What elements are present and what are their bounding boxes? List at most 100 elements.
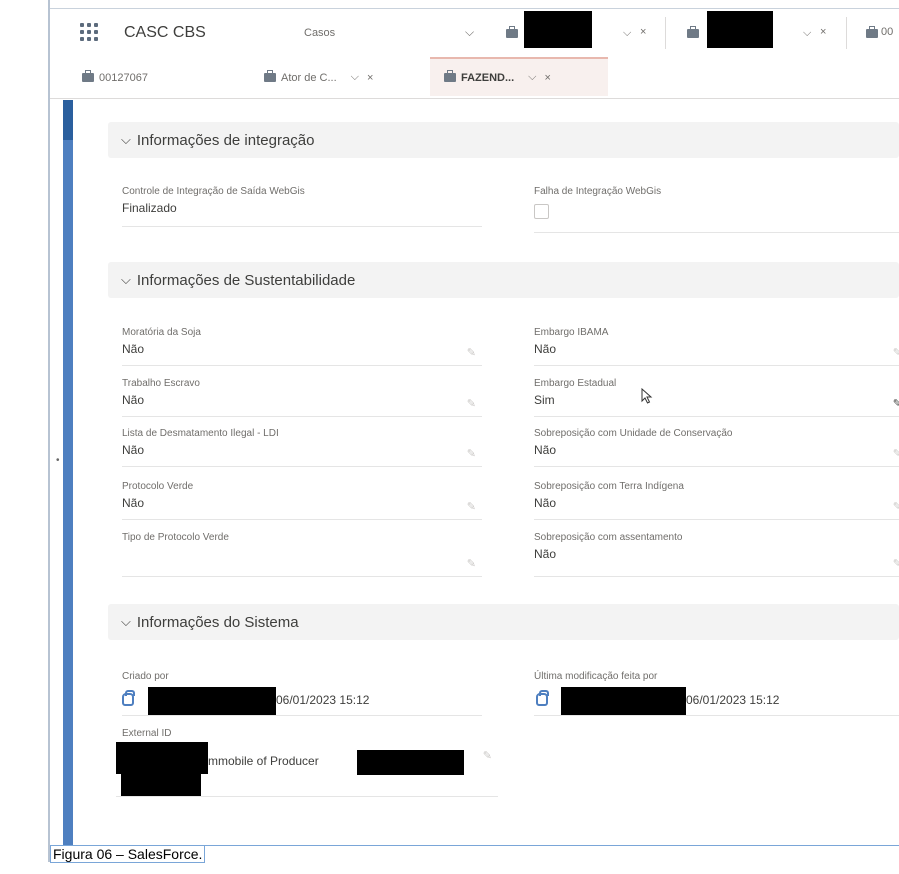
user-icon: [536, 690, 549, 706]
object-nav-label: Casos: [304, 27, 336, 39]
user-icon: [122, 690, 135, 706]
case-icon: [687, 26, 699, 38]
sidebar-collapse-handle[interactable]: •: [56, 455, 60, 466]
field-label: Sobreposição com Terra Indígena: [534, 481, 684, 492]
redacted-external-id-part: [116, 742, 208, 774]
chevron-down-icon[interactable]: ⌵: [351, 71, 359, 84]
field-sobreposicao-assentamento: Sobreposição com assentamento Não ✎: [534, 532, 899, 577]
field-moratoria-soja: Moratória da Soja Não ✎: [122, 327, 482, 366]
field-falha-integracao: Falha de Integração WebGis: [534, 186, 899, 233]
field-label: Sobreposição com Unidade de Conservação: [534, 428, 733, 439]
redacted-external-id-part: [357, 750, 464, 775]
edit-pencil-icon[interactable]: ✎: [893, 397, 899, 410]
field-label: Embargo IBAMA: [534, 327, 609, 338]
field-value: 06/01/2023 15:12: [534, 686, 899, 715]
case-icon: [264, 70, 276, 82]
subtab-ator[interactable]: Ator de C... ⌵ ×: [264, 57, 373, 98]
caption-text: Figura 06 – SalesForce.: [50, 846, 206, 863]
modified-date: 06/01/2023 15:12: [686, 693, 780, 707]
field-value: Não: [534, 342, 557, 356]
close-icon[interactable]: ×: [367, 72, 373, 84]
subtab-00127067[interactable]: 00127067: [82, 57, 148, 98]
chevron-down-icon: ⌵: [121, 132, 131, 147]
field-protocolo-verde: Protocolo Verde Não ✎: [122, 481, 482, 520]
field-label: Protocolo Verde: [122, 481, 194, 492]
object-nav-selector[interactable]: Casos: [290, 18, 335, 48]
field-label: Tipo de Protocolo Verde: [122, 532, 229, 543]
app-launcher-icon[interactable]: [80, 23, 100, 43]
field-value: mmobile of Producer ✎: [116, 740, 498, 796]
field-value: Não: [122, 342, 145, 356]
field-external-id: External ID mmobile of Producer ✎: [116, 728, 498, 797]
edit-pencil-icon[interactable]: ✎: [893, 346, 899, 359]
field-criado-por: Criado por 06/01/2023 15:12: [122, 671, 482, 716]
section-header-integracao[interactable]: ⌵ Informações de integração: [108, 122, 899, 158]
field-value: Não: [534, 547, 557, 561]
record-accent-bar: [63, 100, 73, 862]
field-controle-integracao: Controle de Integração de Saída WebGis F…: [122, 186, 482, 227]
tab-divider: [665, 17, 666, 49]
mouse-cursor-icon: [641, 388, 653, 404]
case-icon: [866, 26, 878, 38]
case-icon: [506, 26, 518, 38]
subtab-fazenda[interactable]: FAZEND... ⌵ ×: [430, 57, 608, 96]
field-value: 06/01/2023 15:12: [122, 686, 482, 715]
field-tipo-protocolo-verde: Tipo de Protocolo Verde ✎: [122, 532, 482, 577]
chevron-down-icon: ⌵: [121, 272, 131, 287]
chevron-down-icon[interactable]: ⌵: [803, 27, 811, 40]
edit-pencil-icon[interactable]: ✎: [467, 500, 476, 513]
edit-pencil-icon[interactable]: ✎: [483, 749, 492, 762]
field-value: Finalizado: [122, 201, 177, 215]
field-value: Não: [122, 393, 145, 407]
edit-pencil-icon[interactable]: ✎: [893, 557, 899, 570]
field-embargo-ibama: Embargo IBAMA Não ✎: [534, 327, 899, 366]
field-sobreposicao-terra-indigena: Sobreposição com Terra Indígena Não ✎: [534, 481, 899, 520]
redacted-tab-title: [707, 11, 773, 48]
field-label: Criado por: [122, 671, 169, 682]
section-title: Informações do Sistema: [136, 613, 299, 631]
field-ultima-modificacao: Última modificação feita por 06/01/2023 …: [534, 671, 899, 716]
window-left-border: [48, 0, 50, 862]
subtab-label: FAZEND...: [461, 71, 515, 84]
chevron-down-icon[interactable]: ⌵: [528, 71, 536, 84]
subtab-label: Ator de C...: [281, 71, 337, 84]
field-value: Não: [122, 443, 145, 457]
edit-pencil-icon[interactable]: ✎: [467, 346, 476, 359]
falha-integracao-checkbox[interactable]: [534, 204, 549, 219]
edit-pencil-icon[interactable]: ✎: [467, 447, 476, 460]
chevron-down-icon: ⌵: [121, 614, 131, 629]
section-header-sustentabilidade[interactable]: ⌵ Informações de Sustentabilidade: [108, 262, 899, 298]
redacted-user-name: [148, 687, 276, 715]
section-header-sistema[interactable]: ⌵ Informações do Sistema: [108, 604, 899, 640]
field-label: Trabalho Escravo: [122, 378, 200, 389]
edit-pencil-icon[interactable]: ✎: [893, 447, 899, 460]
tab-label-partial[interactable]: 00: [881, 26, 893, 38]
field-label: Embargo Estadual: [534, 378, 617, 389]
case-icon: [444, 70, 456, 82]
field-label: Controle de Integração de Saída WebGis: [122, 186, 305, 197]
field-label: Última modificação feita por: [534, 671, 658, 682]
chevron-down-icon[interactable]: ⌵: [623, 27, 631, 40]
created-date: 06/01/2023 15:12: [276, 693, 370, 707]
external-id-text: mmobile of Producer: [208, 754, 319, 768]
field-value: Não: [122, 496, 145, 510]
field-label: Falha de Integração WebGis: [534, 186, 662, 197]
field-value: Não: [534, 443, 557, 457]
field-label: Lista de Desmatamento Ilegal - LDI: [122, 428, 279, 439]
field-label: External ID: [122, 728, 172, 739]
chevron-down-icon[interactable]: ⌵: [465, 25, 474, 40]
field-sobreposicao-unidade-conservacao: Sobreposição com Unidade de Conservação …: [534, 428, 899, 467]
section-title: Informações de Sustentabilidade: [136, 271, 356, 289]
tab-divider: [846, 17, 847, 49]
edit-pencil-icon[interactable]: ✎: [467, 397, 476, 410]
edit-pencil-icon[interactable]: ✎: [467, 557, 476, 570]
close-icon[interactable]: ×: [545, 72, 551, 84]
field-embargo-estadual: Embargo Estadual Sim ✎: [534, 378, 899, 417]
app-name: CASC CBS: [124, 24, 206, 41]
field-value: Sim: [534, 393, 555, 407]
redacted-user-name: [561, 687, 686, 715]
edit-pencil-icon[interactable]: ✎: [893, 500, 899, 513]
close-icon[interactable]: ×: [820, 26, 826, 38]
field-label: Moratória da Soja: [122, 327, 201, 338]
close-icon[interactable]: ×: [640, 26, 646, 38]
